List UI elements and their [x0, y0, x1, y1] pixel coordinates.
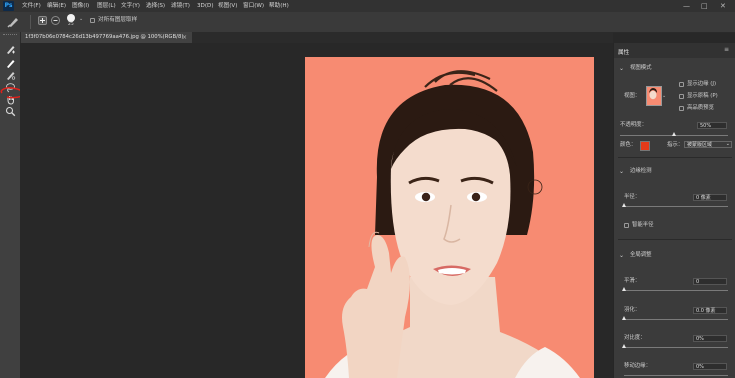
- show-original-checkbox[interactable]: [679, 94, 684, 99]
- section-divider: [618, 157, 732, 158]
- menu-edit[interactable]: 编辑(E): [47, 0, 66, 12]
- menu-view[interactable]: 视图(V): [218, 0, 237, 12]
- shift-edge-field[interactable]: 0%: [693, 363, 727, 370]
- feather-label: 羽化：: [624, 307, 641, 313]
- brush-icon[interactable]: [5, 70, 16, 81]
- contrast-slider[interactable]: [624, 347, 728, 348]
- smooth-slider[interactable]: [624, 290, 728, 291]
- opacity-field[interactable]: 50%: [697, 122, 727, 129]
- photoshop-logo: Ps: [3, 1, 14, 11]
- brush-size-picker[interactable]: [67, 14, 75, 22]
- subtract-mode-button[interactable]: [51, 16, 60, 25]
- zoom-icon[interactable]: [5, 106, 16, 117]
- view-mode-title: 视图模式: [630, 65, 652, 71]
- menu-image[interactable]: 图像(I): [72, 0, 89, 12]
- panel-menu-icon[interactable]: ≡: [724, 46, 729, 53]
- add-mode-button[interactable]: [38, 16, 47, 25]
- section-divider: [618, 239, 732, 240]
- contrast-field[interactable]: 0%: [693, 335, 727, 342]
- feather-slider[interactable]: [624, 319, 728, 320]
- view-mode-thumbnail[interactable]: [646, 86, 662, 106]
- opacity-slider-thumb[interactable]: [671, 132, 676, 136]
- tools-panel: [0, 32, 25, 378]
- radius-slider-thumb[interactable]: [622, 203, 626, 207]
- document-canvas[interactable]: [305, 57, 594, 378]
- feather-field[interactable]: 0.0 像素: [693, 307, 727, 314]
- smooth-slider-thumb[interactable]: [622, 287, 626, 291]
- feather-slider-thumb[interactable]: [622, 316, 626, 320]
- brush-size-value: 25: [68, 22, 74, 27]
- menu-3d[interactable]: 3D(D): [197, 0, 214, 12]
- chevron-down-icon[interactable]: ⌄: [619, 65, 624, 72]
- smart-radius-checkbox[interactable]: [624, 223, 629, 228]
- chevron-down-icon[interactable]: ⌄: [619, 252, 624, 259]
- brush-add-icon[interactable]: [5, 44, 16, 55]
- menu-layer[interactable]: 图层(L): [97, 0, 116, 12]
- radius-slider[interactable]: [624, 206, 728, 207]
- portrait-photo: [325, 70, 580, 378]
- sample-all-layers-label: 对所有图层取样: [98, 17, 138, 23]
- minimize-icon[interactable]: —: [683, 2, 690, 10]
- global-refine-title: 全局调整: [630, 252, 652, 258]
- contrast-slider-thumb[interactable]: [622, 344, 626, 348]
- show-edge-checkbox[interactable]: [679, 82, 684, 87]
- menu-type[interactable]: 文字(Y): [121, 0, 140, 12]
- menu-filter[interactable]: 滤镜(T): [171, 0, 190, 12]
- menu-window[interactable]: 窗口(W): [243, 0, 264, 12]
- refine-edge-brush-icon[interactable]: [5, 58, 16, 69]
- menu-help[interactable]: 帮助(H): [269, 0, 289, 12]
- menu-select[interactable]: 选择(S): [146, 0, 165, 12]
- indicates-label: 指示：: [667, 142, 684, 148]
- radius-label: 半径：: [624, 194, 641, 200]
- close-icon[interactable]: ✕: [720, 2, 726, 10]
- high-quality-preview-label: 高品质预览: [687, 105, 714, 111]
- document-tab-title: 1f3f07b06e0784c26d13b497769aa476.jpg @ 1…: [25, 34, 184, 40]
- radius-field[interactable]: 0 像素: [693, 194, 727, 201]
- smart-radius-label: 智能半径: [632, 222, 654, 228]
- color-swatch[interactable]: [640, 141, 650, 151]
- separator: [30, 15, 31, 29]
- indicates-select[interactable]: 被蒙版区域 ⌄: [684, 141, 732, 148]
- properties-tab[interactable]: 属性: [618, 48, 629, 56]
- indicates-value: 被蒙版区域: [687, 142, 713, 148]
- view-label: 视图：: [624, 93, 641, 99]
- shift-edge-label: 移动边缘：: [624, 363, 651, 369]
- smooth-field[interactable]: 0: [693, 278, 727, 285]
- chevron-down-icon[interactable]: ⌄: [79, 16, 83, 22]
- show-original-label: 显示原稿 (P): [687, 93, 718, 99]
- color-label: 颜色：: [620, 142, 637, 148]
- properties-panel: 属性 ≡ ⌄ 视图模式 视图： ⌄ 显示边缘 (J) 显示原稿 (P) 高品质预…: [613, 43, 735, 378]
- contrast-label: 对比度：: [624, 335, 646, 341]
- chevron-down-icon[interactable]: ⌄: [619, 168, 624, 175]
- show-edge-label: 显示边缘 (J): [687, 81, 717, 87]
- tool-preset-brush-icon[interactable]: [6, 15, 20, 29]
- chevron-down-icon: ⌄: [725, 141, 730, 147]
- edge-detection-title: 边缘检测: [630, 168, 652, 174]
- menu-bar: Ps 文件(F) 编辑(E) 图像(I) 图层(L) 文字(Y) 选择(S) 滤…: [0, 0, 735, 12]
- high-quality-preview-checkbox[interactable]: [679, 106, 684, 111]
- shift-edge-slider[interactable]: [624, 375, 728, 376]
- sample-all-layers-checkbox[interactable]: [90, 18, 95, 23]
- opacity-label: 不透明度：: [620, 122, 647, 128]
- chevron-down-icon[interactable]: ⌄: [662, 93, 666, 99]
- panel-header: [614, 43, 735, 58]
- tab-close-icon[interactable]: ×: [182, 32, 187, 43]
- menu-file[interactable]: 文件(F): [22, 0, 41, 12]
- maximize-icon[interactable]: □: [701, 2, 708, 10]
- panel-grip[interactable]: [3, 34, 17, 37]
- smooth-label: 平滑：: [624, 278, 641, 284]
- document-tab[interactable]: 1f3f07b06e0784c26d13b497769aa476.jpg @ 1…: [20, 32, 192, 43]
